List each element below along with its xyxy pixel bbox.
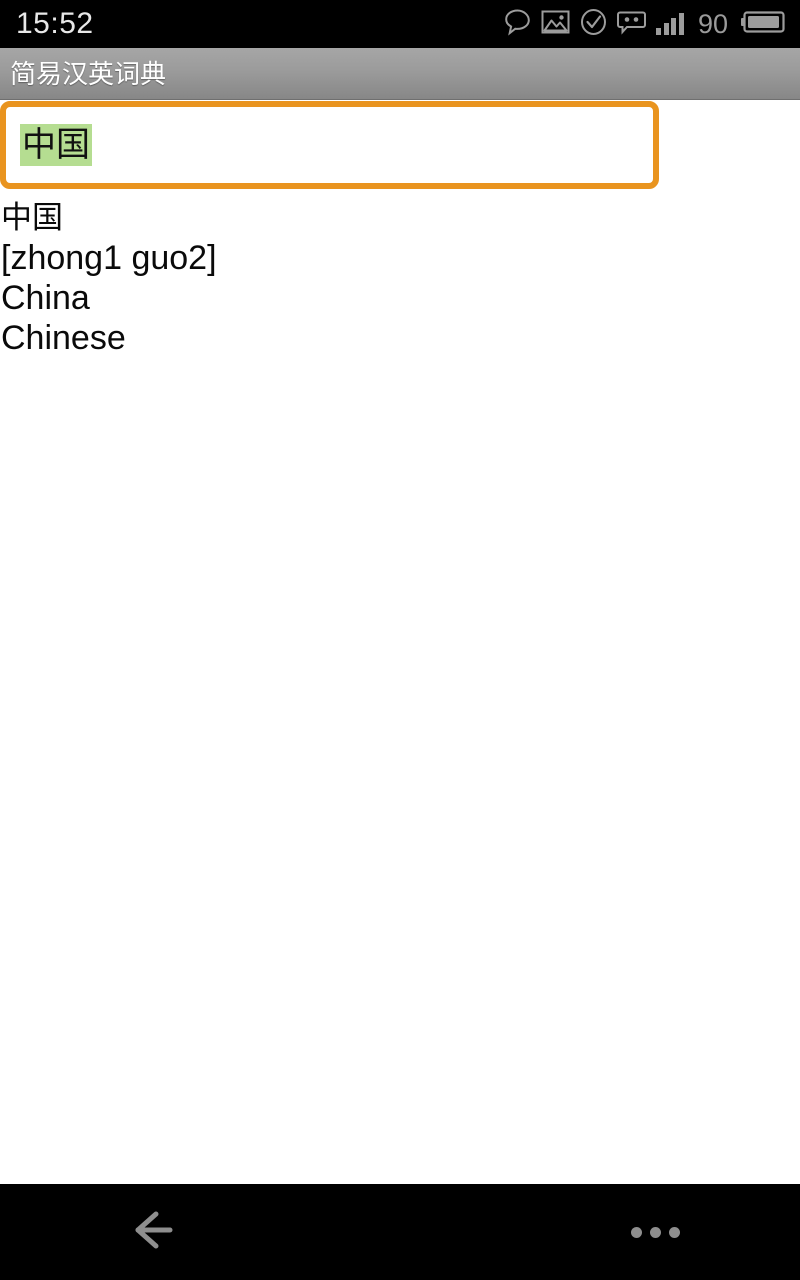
overflow-menu-icon: [668, 1226, 680, 1238]
speech-bubble-icon: [504, 8, 531, 41]
overflow-menu-icon: [630, 1226, 642, 1238]
status-clock: 15:52: [16, 7, 94, 40]
status-bar: 15:52 90: [0, 0, 800, 48]
signal-bars-icon: [656, 13, 684, 35]
battery-icon: [740, 9, 786, 40]
back-button[interactable]: [120, 1202, 192, 1262]
result-pinyin: [zhong1 guo2]: [1, 239, 217, 277]
check-circle-icon: [580, 8, 607, 41]
dictionary-result: 中国 [zhong1 guo2] China Chinese: [0, 198, 800, 1180]
arrow-left-icon: [128, 1205, 184, 1260]
system-navigation-bar: [0, 1184, 800, 1280]
phone-screen: 15:52 90 简易汉英词典 中国 中国 [zhong1 guo2] Chin…: [0, 0, 800, 1280]
search-input-value: 中国: [20, 123, 92, 167]
result-headword: 中国: [1, 200, 63, 235]
result-definition-2: Chinese: [1, 319, 126, 357]
search-input[interactable]: 中国: [0, 101, 659, 189]
app-title-bar: 简易汉英词典: [0, 48, 800, 100]
photo-icon: [541, 9, 570, 40]
overflow-menu-button[interactable]: [620, 1212, 690, 1252]
battery-percent-label: 90: [697, 8, 728, 39]
status-icon-tray: 90: [504, 8, 786, 41]
page-title: 简易汉英词典: [10, 58, 167, 89]
overflow-menu-icon: [649, 1226, 661, 1238]
message-icon: [617, 8, 647, 41]
result-definition-1: China: [1, 279, 90, 317]
search-row: 中国: [0, 100, 800, 290]
